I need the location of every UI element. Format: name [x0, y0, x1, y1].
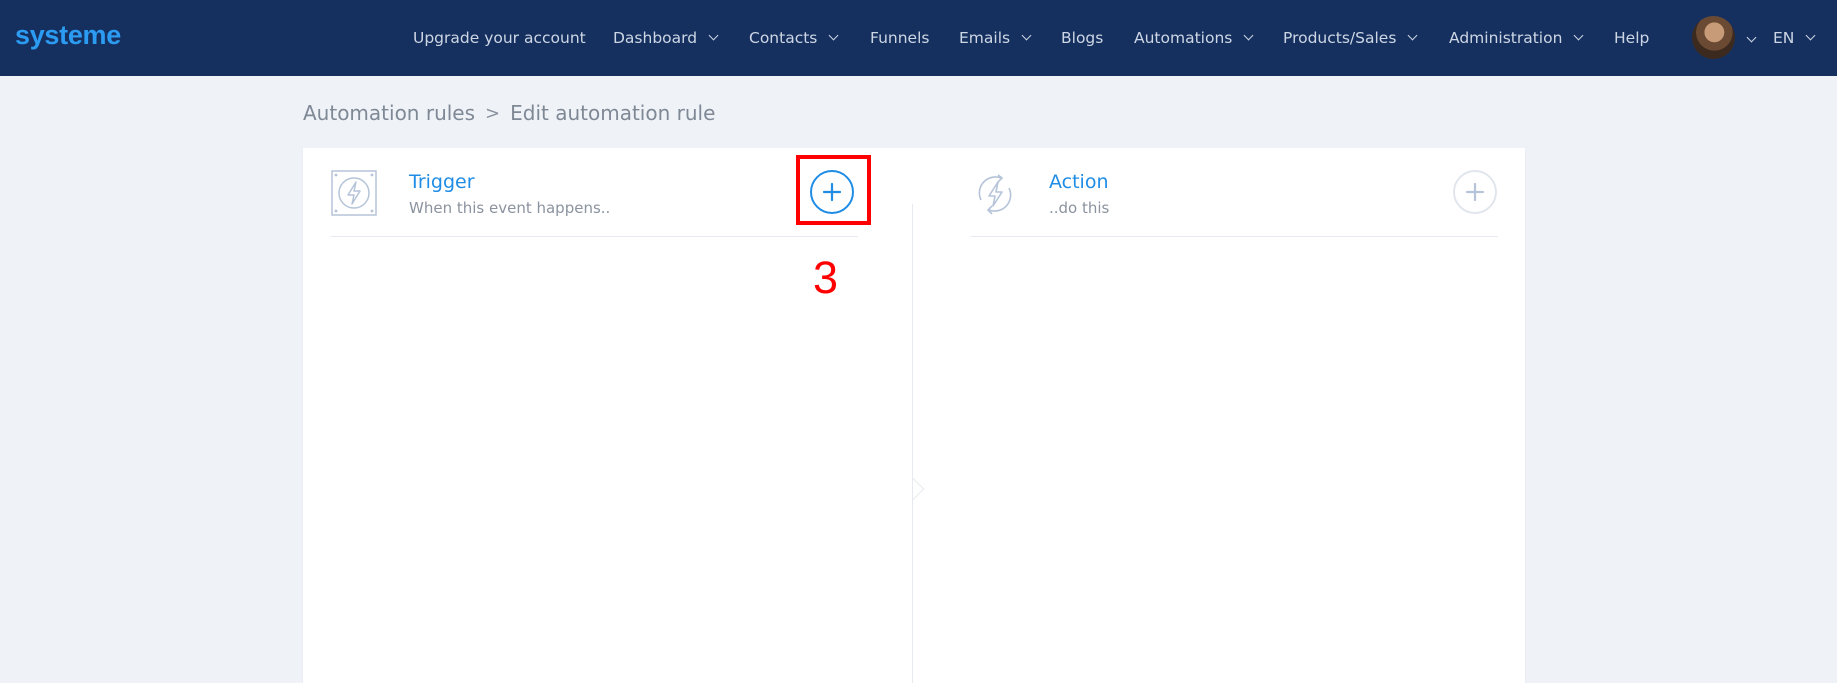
chevron-down-icon: [708, 30, 719, 41]
language-selector[interactable]: EN: [1773, 0, 1816, 76]
systeme-logo[interactable]: systeme: [15, 20, 121, 51]
breadcrumb-automation-rules[interactable]: Automation rules: [303, 101, 475, 125]
breadcrumb-current: Edit automation rule: [510, 101, 716, 125]
nav-label: Upgrade your account: [413, 29, 586, 47]
action-header: Action ..do this: [971, 148, 1498, 237]
breadcrumb-separator: >: [485, 102, 501, 124]
chevron-down-icon: [1243, 30, 1254, 41]
chevron-down-icon: [1573, 30, 1584, 41]
nav-automations[interactable]: Automations: [1134, 0, 1254, 76]
nav-contacts[interactable]: Contacts: [749, 0, 839, 76]
breadcrumb: Automation rules > Edit automation rule: [303, 101, 715, 125]
trigger-header: Trigger When this event happens..: [331, 148, 858, 237]
action-title: Action: [1049, 171, 1109, 193]
annotation-step-number: 3: [813, 252, 839, 303]
chevron-down-icon: [828, 30, 839, 41]
annotation-highlight-box: [796, 155, 871, 225]
nav-blogs[interactable]: Blogs: [1061, 0, 1103, 76]
nav-label: Automations: [1134, 29, 1233, 47]
nav-label: Administration: [1449, 29, 1563, 47]
nav-products-sales[interactable]: Products/Sales: [1283, 0, 1418, 76]
user-avatar[interactable]: [1692, 16, 1735, 59]
nav-administration[interactable]: Administration: [1449, 0, 1584, 76]
add-action-button[interactable]: [1453, 170, 1497, 214]
nav-label: Help: [1614, 29, 1650, 47]
nav-label: Contacts: [749, 29, 818, 47]
divider-arrow: [913, 478, 925, 500]
nav-label: Products/Sales: [1283, 29, 1397, 47]
column-divider: [912, 204, 913, 683]
lightning-refresh-icon: [971, 170, 1019, 222]
action-subtitle: ..do this: [1049, 199, 1110, 217]
automation-rule-panel: Trigger When this event happens.. Action…: [303, 148, 1525, 683]
nav-help[interactable]: Help: [1614, 0, 1649, 76]
nav-emails[interactable]: Emails: [959, 0, 1032, 76]
nav-label: Funnels: [870, 29, 930, 47]
nav-label: Blogs: [1061, 29, 1104, 47]
chevron-down-icon[interactable]: [1746, 32, 1757, 43]
chevron-down-icon: [1805, 30, 1816, 41]
nav-dashboard[interactable]: Dashboard: [613, 0, 719, 76]
lightning-bolt-icon: [331, 170, 377, 220]
nav-upgrade-account[interactable]: Upgrade your account: [413, 0, 586, 76]
top-navigation-bar: systeme Upgrade your account Dashboard C…: [0, 0, 1837, 76]
trigger-title: Trigger: [409, 171, 475, 193]
trigger-subtitle: When this event happens..: [409, 199, 611, 217]
nav-label: Dashboard: [613, 29, 698, 47]
chevron-down-icon: [1021, 30, 1032, 41]
language-label: EN: [1773, 29, 1795, 47]
plus-icon: [1465, 182, 1485, 202]
nav-funnels[interactable]: Funnels: [870, 0, 929, 76]
chevron-down-icon: [1407, 30, 1418, 41]
nav-label: Emails: [959, 29, 1011, 47]
